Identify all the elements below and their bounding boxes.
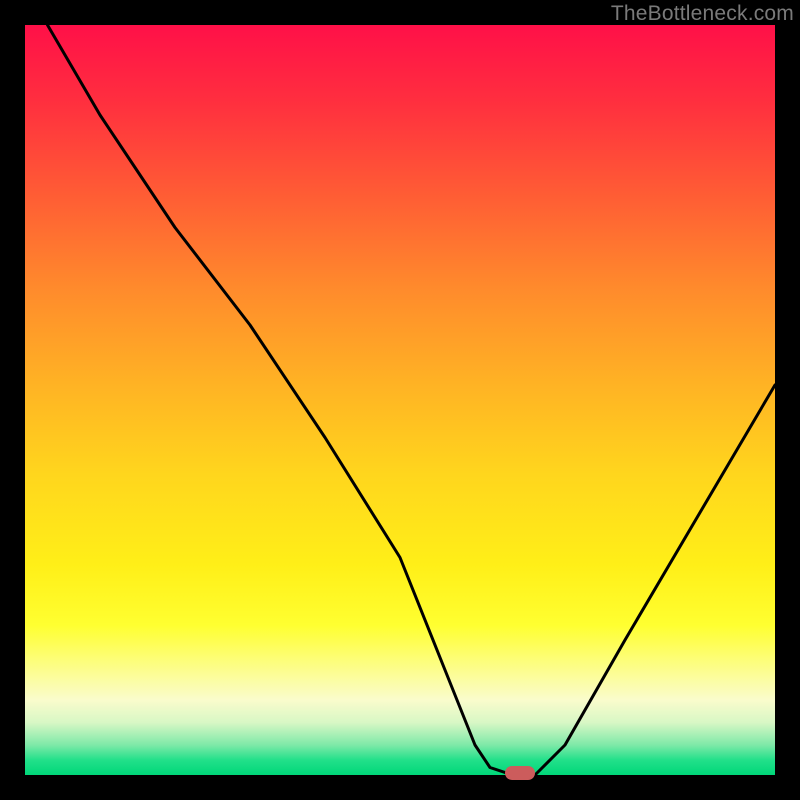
watermark-text: TheBottleneck.com <box>611 2 794 26</box>
optimal-marker <box>505 766 535 780</box>
bottleneck-curve <box>25 25 775 775</box>
chart-frame: TheBottleneck.com <box>0 0 800 800</box>
plot-area <box>25 25 775 775</box>
